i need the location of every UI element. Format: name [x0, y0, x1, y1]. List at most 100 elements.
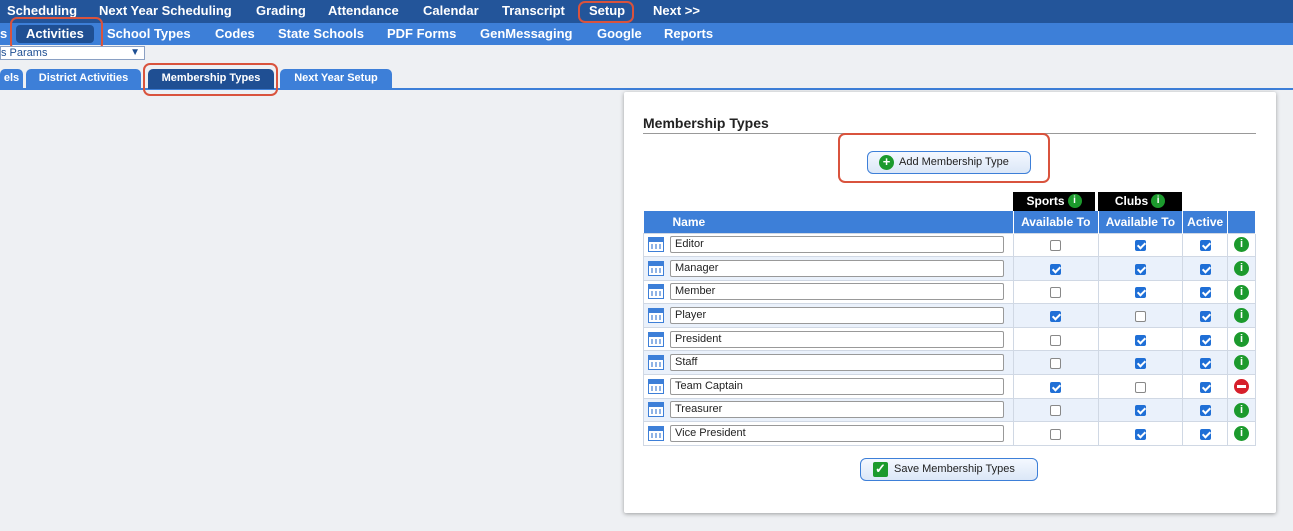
membership-name-field[interactable]: Editor	[670, 236, 1004, 254]
tab-next-year-setup[interactable]: Next Year Setup	[280, 69, 392, 89]
name-cell: Treasurer	[643, 397, 1014, 423]
active-checkbox-cell	[1182, 397, 1229, 423]
info-icon[interactable]: i	[1234, 261, 1250, 277]
submenu-reports[interactable]: Reports	[664, 23, 713, 45]
save-button-label: Save Membership Types	[894, 463, 1015, 475]
sports-available-checkbox[interactable]	[1050, 310, 1062, 322]
clubs-available-checkbox[interactable]	[1134, 287, 1146, 299]
calendar-icon[interactable]	[648, 237, 664, 253]
submenu-state-schools[interactable]: State Schools	[278, 23, 364, 45]
clubs-available-checkbox[interactable]	[1134, 381, 1146, 393]
menu-grading[interactable]: Grading	[256, 0, 306, 23]
clubs-available-checkbox[interactable]	[1134, 240, 1146, 252]
status-cell: i	[1227, 350, 1256, 376]
active-checkbox[interactable]	[1199, 334, 1211, 346]
menu-next[interactable]: Next >>	[653, 0, 700, 23]
calendar-icon[interactable]	[648, 260, 664, 276]
sports-info-icon[interactable]: i	[1067, 193, 1082, 208]
table-row: Player i	[643, 303, 1256, 328]
table-row: Treasurer i	[643, 397, 1256, 423]
membership-name-field[interactable]: President	[670, 330, 1004, 348]
membership-name-field[interactable]: Manager	[670, 259, 1004, 277]
menu-attendance[interactable]: Attendance	[328, 0, 399, 23]
delete-icon[interactable]	[1234, 379, 1250, 395]
clubs-info-icon[interactable]: i	[1151, 193, 1166, 208]
membership-name-field[interactable]: Member	[670, 283, 1004, 301]
membership-name-field[interactable]: Vice President	[670, 425, 1004, 443]
tab-levels[interactable]: els	[0, 69, 23, 89]
active-checkbox[interactable]	[1199, 263, 1211, 275]
membership-name-field[interactable]: Player	[670, 307, 1004, 325]
calendar-icon[interactable]	[648, 284, 664, 300]
info-icon[interactable]: i	[1234, 402, 1250, 418]
name-cell: Player	[643, 303, 1014, 328]
active-checkbox[interactable]	[1199, 310, 1211, 322]
calendar-icon[interactable]	[648, 378, 664, 394]
submenu-genmessaging[interactable]: GenMessaging	[480, 23, 572, 45]
table-row: Manager i	[643, 256, 1256, 281]
info-icon[interactable]: i	[1234, 355, 1250, 371]
submenu-codes[interactable]: Codes	[215, 23, 255, 45]
sports-available-checkbox[interactable]	[1050, 240, 1062, 252]
calendar-icon[interactable]	[648, 308, 664, 324]
calendar-icon[interactable]	[648, 402, 664, 418]
clubs-available-checkbox[interactable]	[1134, 334, 1146, 346]
menu-calendar[interactable]: Calendar	[423, 0, 479, 23]
active-checkbox[interactable]	[1199, 358, 1211, 370]
clubs-group-header: Clubs i	[1098, 192, 1182, 211]
clubs-available-checkbox[interactable]	[1134, 310, 1146, 322]
clubs-available-checkbox[interactable]	[1134, 428, 1146, 440]
tab-district-activities[interactable]: District Activities	[26, 69, 141, 89]
menu-next-year-scheduling[interactable]: Next Year Scheduling	[99, 0, 232, 23]
active-checkbox[interactable]	[1199, 405, 1211, 417]
info-icon[interactable]: i	[1234, 237, 1250, 253]
clubs-available-checkbox-cell	[1097, 326, 1184, 352]
membership-name-field[interactable]: Treasurer	[670, 401, 1004, 419]
sports-available-checkbox[interactable]	[1050, 287, 1062, 299]
sports-available-checkbox[interactable]	[1050, 428, 1062, 440]
calendar-icon[interactable]	[648, 331, 664, 347]
membership-name-field[interactable]: Team Captain	[670, 377, 1004, 395]
sports-available-checkbox-cell	[1012, 326, 1099, 352]
active-checkbox[interactable]	[1199, 240, 1211, 252]
sports-available-checkbox[interactable]	[1050, 405, 1062, 417]
highlight-setup	[578, 1, 634, 23]
sports-available-checkbox-cell	[1012, 232, 1099, 258]
info-icon[interactable]: i	[1234, 426, 1250, 442]
active-checkbox[interactable]	[1199, 381, 1211, 393]
clubs-group-label: Clubs	[1114, 194, 1149, 208]
col-active: Active	[1182, 211, 1229, 233]
info-icon[interactable]: i	[1234, 308, 1250, 324]
active-checkbox-cell	[1182, 232, 1229, 258]
membership-name-field[interactable]: Staff	[670, 354, 1004, 372]
submenu-pdf-forms[interactable]: PDF Forms	[387, 23, 456, 45]
save-membership-types-button[interactable]: ✓ Save Membership Types	[860, 458, 1038, 481]
sports-available-checkbox[interactable]	[1050, 358, 1062, 370]
calendar-icon[interactable]	[648, 355, 664, 371]
clubs-available-checkbox[interactable]	[1134, 263, 1146, 275]
info-icon[interactable]: i	[1234, 331, 1250, 347]
params-select-value: s Params	[1, 47, 48, 59]
active-checkbox[interactable]	[1199, 428, 1211, 440]
status-cell: i	[1227, 421, 1256, 446]
clubs-available-checkbox[interactable]	[1134, 358, 1146, 370]
checkmark-icon: ✓	[873, 462, 888, 477]
sports-available-checkbox[interactable]	[1050, 381, 1062, 393]
sports-available-checkbox[interactable]	[1050, 334, 1062, 346]
name-cell: Team Captain	[643, 374, 1014, 399]
calendar-icon[interactable]	[648, 426, 664, 442]
clubs-available-checkbox-cell	[1097, 256, 1184, 281]
clubs-available-checkbox-cell	[1097, 374, 1184, 399]
params-select[interactable]: s Params ▼	[0, 46, 145, 60]
submenu-partial[interactable]: s	[0, 23, 7, 45]
clubs-available-checkbox[interactable]	[1134, 405, 1146, 417]
info-icon[interactable]: i	[1234, 284, 1250, 300]
clubs-available-checkbox-cell	[1097, 397, 1184, 423]
sports-available-checkbox[interactable]	[1050, 263, 1062, 275]
clubs-available-checkbox-cell	[1097, 421, 1184, 446]
submenu-school-types[interactable]: School Types	[107, 23, 191, 45]
menu-transcript[interactable]: Transcript	[502, 0, 565, 23]
submenu-google[interactable]: Google	[597, 23, 642, 45]
active-checkbox[interactable]	[1199, 287, 1211, 299]
active-checkbox-cell	[1182, 350, 1229, 376]
